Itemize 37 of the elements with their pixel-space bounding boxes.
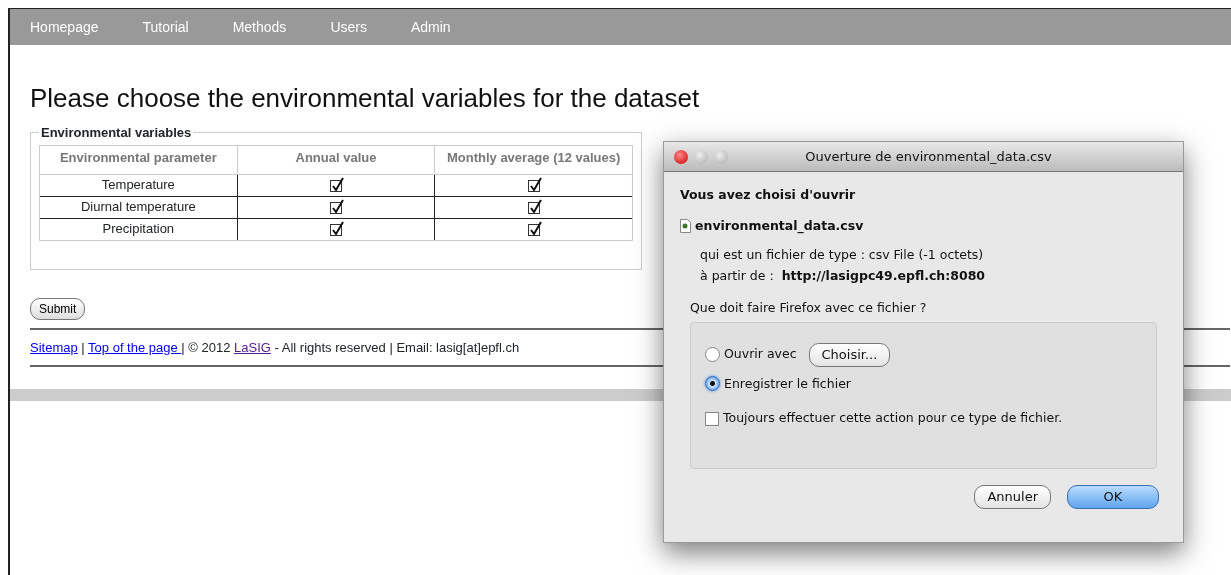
checkbox[interactable] <box>330 202 342 214</box>
checkbox[interactable] <box>527 224 540 236</box>
intro-text: Vous avez choisi d'ouvrir <box>680 186 857 204</box>
checkbox[interactable] <box>330 180 342 192</box>
checkbox[interactable] <box>527 180 540 192</box>
fieldset-legend: Environmental variables <box>39 126 194 140</box>
source-label: à partir de : <box>700 267 774 286</box>
page-heading: Please choose the environmental variables for the dataset <box>30 83 701 115</box>
table-cell: Precipitation <box>39 218 238 241</box>
radio-button[interactable] <box>705 376 720 392</box>
checkbox-label: Toujours effectuer cette action pour ce type de fichier. <box>723 409 1063 428</box>
checkbox[interactable] <box>527 202 540 214</box>
footer-link[interactable]: Top of the page <box>88 339 182 355</box>
checkbox[interactable] <box>330 224 342 236</box>
footer-link[interactable]: LaSIG <box>234 339 271 355</box>
file-name: environmental_data.csv <box>695 216 864 236</box>
dialog-title: Ouverture de environmental_data.csv <box>804 147 1053 166</box>
file-icon <box>680 219 691 234</box>
ok-button[interactable]: OK <box>1067 485 1159 509</box>
option-label: Enregistrer le fichier <box>724 374 851 393</box>
question-text: Que doit faire Firefox avec ce fichier ? <box>690 299 927 318</box>
column-header: Monthly average (12 values) <box>434 145 633 175</box>
checkbox[interactable] <box>705 411 719 426</box>
column-header: Environmental parameter <box>39 145 238 175</box>
column-header: Annual value <box>237 145 435 175</box>
file-type-text: qui est un fichier de type : csv File (-1 octets) <box>700 245 984 264</box>
option-label: Ouvrir avec <box>724 345 797 364</box>
footer-link[interactable]: Sitemap <box>30 339 78 355</box>
cancel-button[interactable]: Annuler <box>974 485 1051 509</box>
submit-button[interactable]: Submit <box>30 297 86 320</box>
table-cell: Diurnal temperature <box>39 196 238 219</box>
table-cell: Temperature <box>39 174 238 197</box>
source-url: http://lasigpc49.epfl.ch:8080 <box>781 267 986 286</box>
close-icon[interactable] <box>674 149 688 164</box>
footer-text: Sitemap | Top of the page | © 2012 LaSIG - All rights reserved | Email: lasig[at]epfl.ch <box>30 339 520 355</box>
choose-button[interactable]: Choisir... <box>808 343 891 367</box>
radio-button[interactable] <box>705 347 720 363</box>
